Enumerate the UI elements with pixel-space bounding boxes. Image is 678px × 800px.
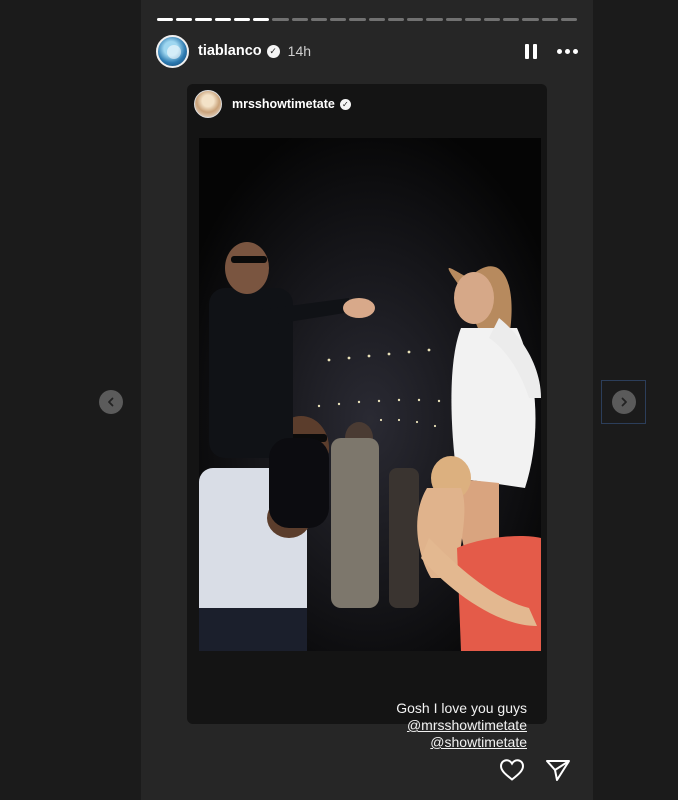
story-username[interactable]: tiablanco [198,43,262,59]
mention-link[interactable]: @showtimetate [396,734,527,751]
progress-segment [368,18,385,21]
reshared-avatar[interactable] [194,90,222,118]
progress-segment [541,18,558,21]
more-options-icon[interactable] [557,48,578,54]
story-header: tiablanco ✓ 14h [156,34,578,68]
mention-link[interactable]: @mrsshowtimetate [396,717,527,734]
reshared-post-card[interactable]: mrsshowtimetate ✓ [187,84,547,724]
story-caption: Gosh I love you guys @mrsshowtimetate @s… [396,700,527,751]
story-viewer-page: tiablanco ✓ 14h mrsshowtimetate ✓ Gosh I… [0,0,678,800]
progress-segment [445,18,462,21]
progress-segment [291,18,308,21]
story-controls [525,43,578,59]
progress-segment [426,18,443,21]
progress-segment [233,18,251,21]
reshared-post-header: mrsshowtimetate ✓ [194,89,351,119]
progress-segment [464,18,481,21]
progress-segment [503,18,520,21]
pause-icon[interactable] [525,43,537,59]
progress-segment [157,18,174,21]
progress-segment [272,18,289,21]
heart-icon[interactable] [499,758,525,782]
progress-segment [330,18,347,21]
progress-segment [349,18,366,21]
story-footer-actions [499,758,571,782]
progress-segment [176,18,193,21]
post-photo [199,138,541,651]
progress-segment [214,18,231,21]
progress-segment [195,18,212,21]
next-story-focus-ring [601,380,646,424]
verified-badge-icon: ✓ [266,44,280,58]
story-progress-bar [157,18,578,21]
previous-story-button[interactable] [99,390,123,414]
caption-text: Gosh I love you guys [396,700,527,716]
reshared-username[interactable]: mrsshowtimetate [232,97,335,111]
chevron-left-icon [108,397,114,407]
story-panel[interactable]: tiablanco ✓ 14h mrsshowtimetate ✓ Gosh I… [141,0,593,800]
progress-segment [483,18,501,21]
next-story-button[interactable] [611,390,636,414]
progress-segment [253,18,270,21]
progress-segment [310,18,328,21]
progress-segment [387,18,405,21]
story-timestamp: 14h [287,43,312,59]
chevron-right-icon [621,397,627,407]
send-icon[interactable] [545,758,571,782]
progress-segment [560,18,578,21]
verified-badge-icon: ✓ [339,98,351,110]
progress-segment [407,18,424,21]
avatar[interactable] [156,34,189,68]
progress-segment [522,18,539,21]
